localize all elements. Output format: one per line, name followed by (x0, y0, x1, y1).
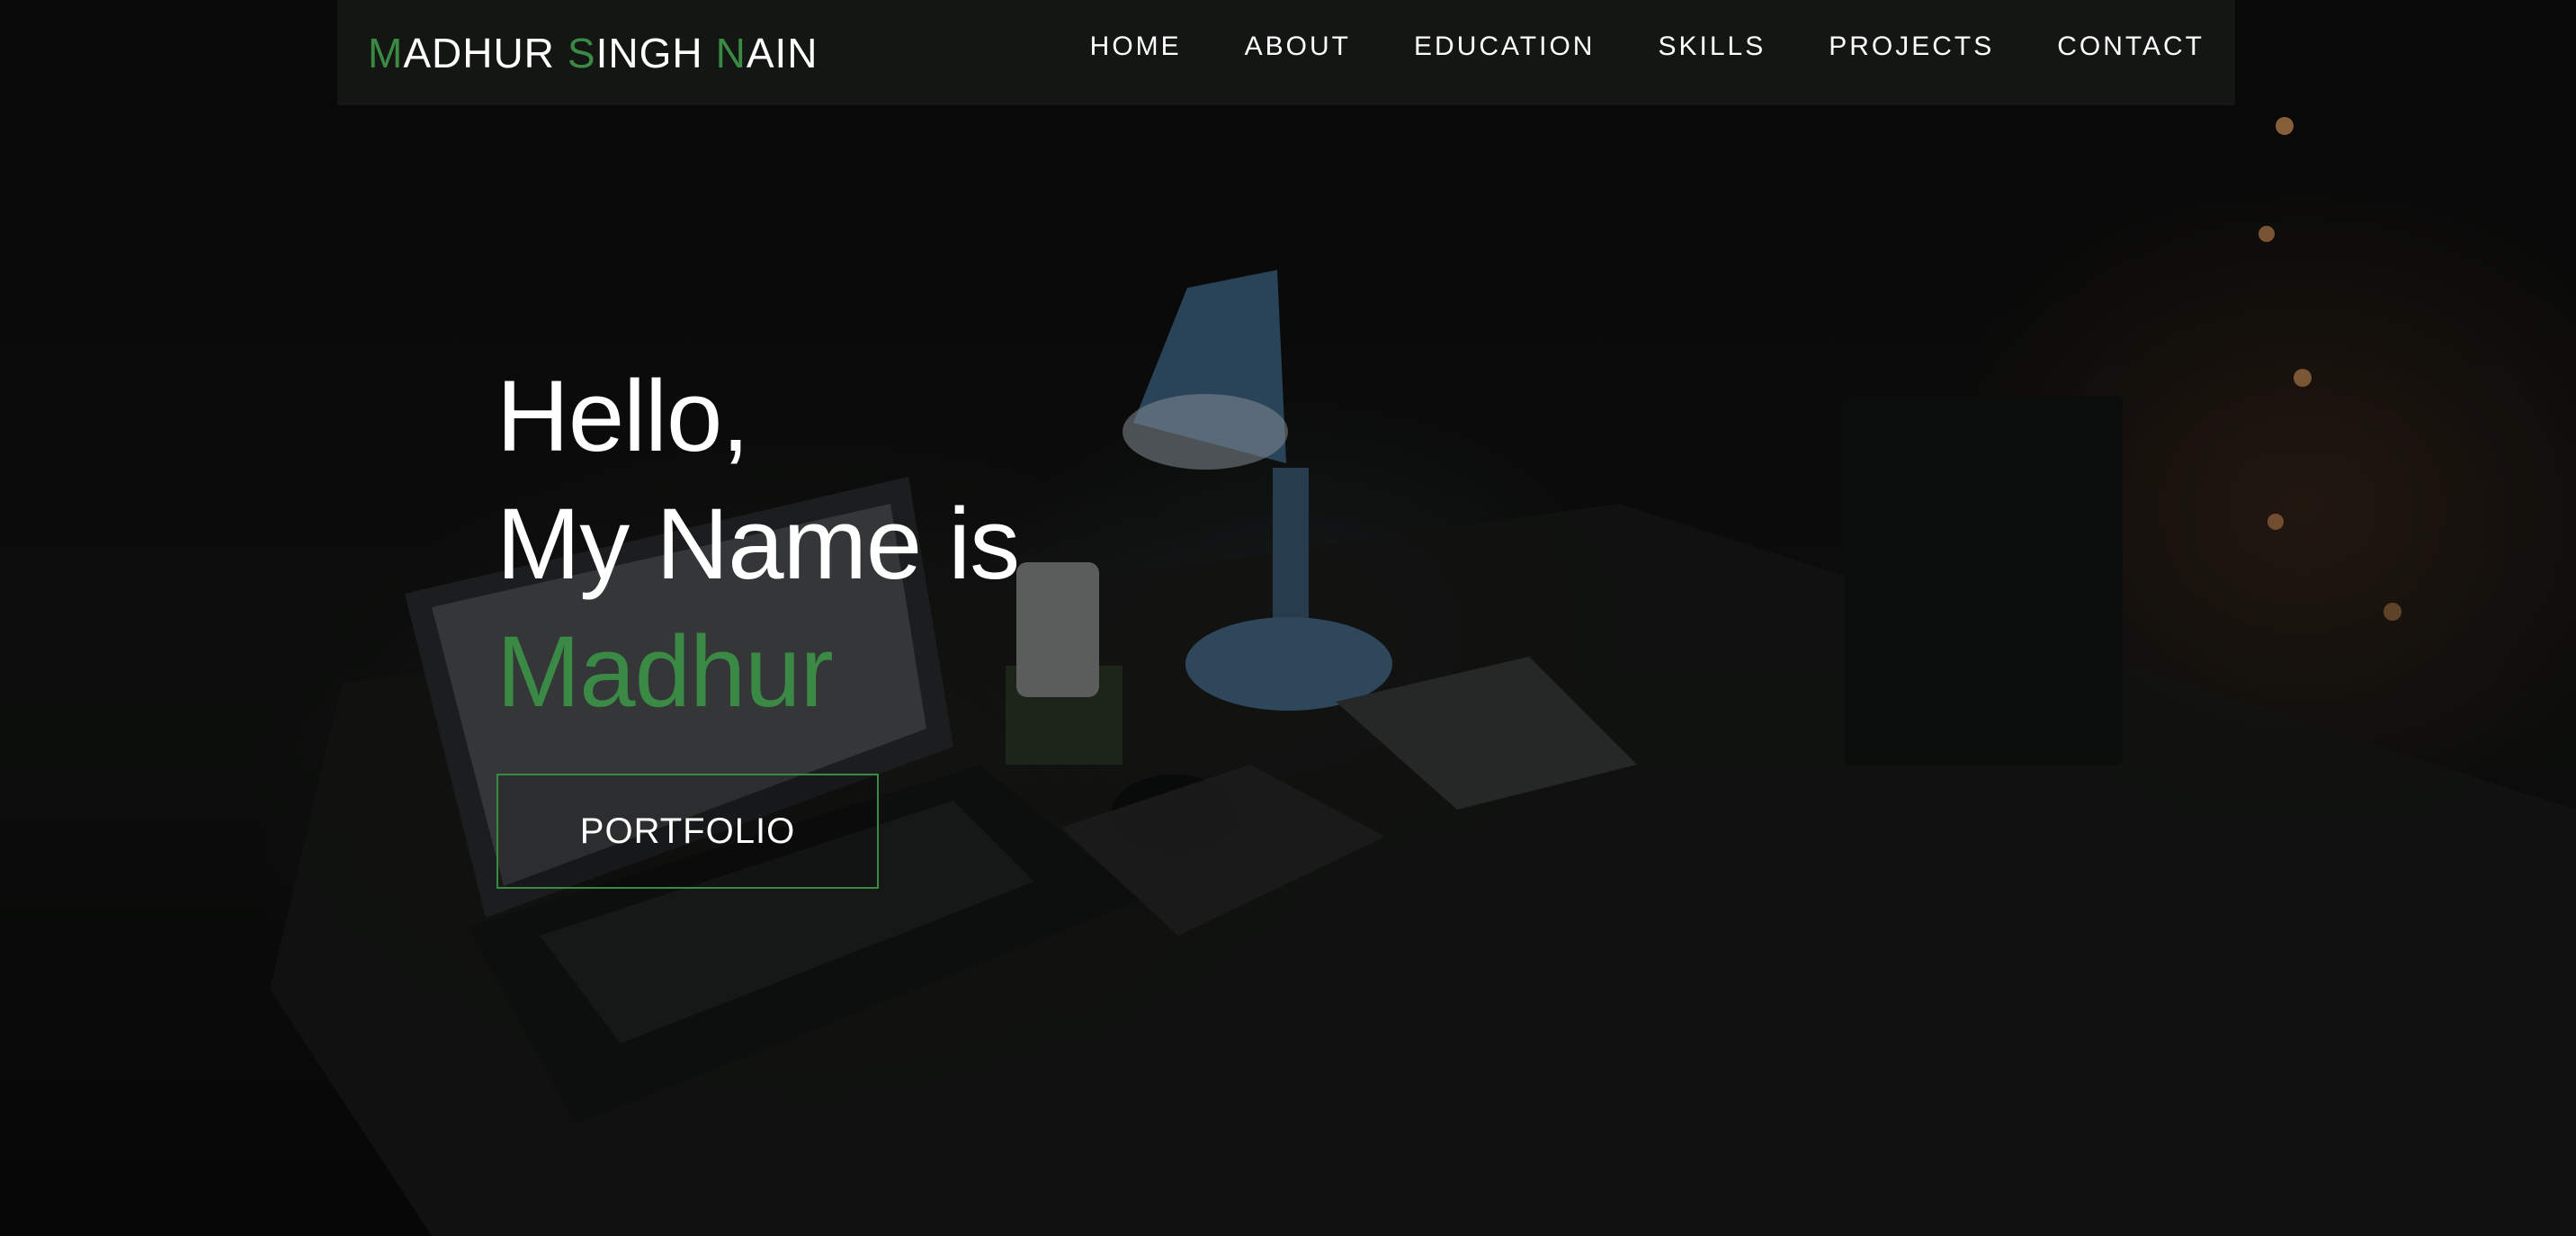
lamp-stem (1273, 468, 1309, 630)
lamp-base (1185, 617, 1392, 711)
hero-greeting: Hello, (496, 360, 749, 472)
string-light-5 (2384, 603, 2402, 621)
phone-stand (1006, 666, 1123, 765)
notebook-shape (1336, 657, 1637, 810)
mouse-shape (1111, 775, 1237, 854)
portfolio-button[interactable]: PORTFOLIO (496, 774, 879, 889)
background-photo (0, 0, 2576, 1236)
brand-word-nain: NAIN (715, 29, 818, 76)
string-light-3 (2294, 369, 2312, 387)
nav-item-home[interactable]: HOME (1090, 31, 1182, 62)
dark-overlay (0, 0, 2576, 1236)
hero-section: MADHUR SINGH NAIN HOME ABOUT EDUCATION S… (0, 0, 2576, 1236)
brand-word-madhur: MADHUR (368, 29, 555, 76)
string-light-4 (2267, 514, 2284, 530)
phone-shape (1016, 562, 1099, 697)
brand-word-singh: SINGH (567, 29, 703, 76)
hero-name-intro: My Name is (496, 488, 1020, 600)
nav-item-about[interactable]: ABOUT (1245, 31, 1351, 62)
nav-item-education[interactable]: EDUCATION (1414, 31, 1595, 62)
lamp-glow (1123, 394, 1288, 470)
mousepad-shape (1061, 765, 1385, 936)
nav-item-projects[interactable]: PROJECTS (1829, 31, 1994, 62)
top-navbar: MADHUR SINGH NAIN HOME ABOUT EDUCATION S… (337, 0, 2235, 105)
nav-item-contact[interactable]: CONTACT (2057, 31, 2205, 62)
speaker-shape (1844, 396, 2123, 765)
string-light-1 (2276, 117, 2294, 135)
hero-heading: Hello, My Name is Madhur (496, 353, 1020, 736)
nav-links: HOME ABOUT EDUCATION SKILLS PROJECTS CON… (1090, 31, 2205, 62)
hero-name: Madhur (496, 615, 834, 728)
string-light-2 (2258, 226, 2275, 242)
brand-logo[interactable]: MADHUR SINGH NAIN (368, 29, 818, 77)
nav-item-skills[interactable]: SKILLS (1658, 31, 1766, 62)
lamp-shade (1133, 270, 1286, 463)
